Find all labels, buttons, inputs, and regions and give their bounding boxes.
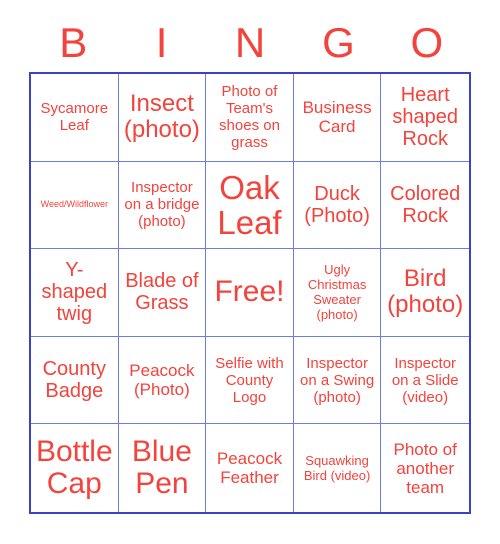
bingo-cell-free[interactable]: Free! — [206, 249, 294, 337]
header-letter-n: N — [234, 19, 266, 66]
bingo-cell-n2[interactable]: Oak Leaf — [206, 161, 294, 250]
bingo-cell-label: Selfie with County Logo — [215, 354, 284, 406]
bingo-cell-label: Bottle Cap — [35, 435, 113, 501]
bingo-cell-label: Colored Rock — [390, 182, 461, 227]
bingo-cell-label: Photo of Team's shoes on grass — [219, 83, 280, 152]
bingo-cell-i3[interactable]: Blade of Grass — [118, 249, 207, 337]
bingo-cell-label: Insect (photo) — [123, 90, 200, 144]
bingo-cell-b4[interactable]: County Badge — [31, 336, 119, 425]
bingo-card: B I N G O Sycamore Leaf Insect (photo) P… — [0, 0, 500, 544]
bingo-cell-g4[interactable]: Inspector on a Swing (photo) — [293, 336, 382, 425]
bingo-cell-label: Peacock Feather — [216, 449, 283, 488]
bingo-cell-label: Squawking Bird (video) — [303, 453, 371, 484]
header-letter-o: O — [410, 19, 444, 66]
bingo-cell-b2[interactable]: Weed/Wildflower — [31, 161, 119, 250]
bingo-cell-label: Sycamore Leaf — [40, 100, 109, 135]
header-letter-b: B — [59, 19, 88, 66]
bingo-cell-label: Blue Pen — [131, 435, 192, 501]
bingo-cell-label: Inspector on a Slide (video) — [391, 354, 459, 406]
bingo-cell-label: Oak Leaf — [217, 168, 282, 241]
bingo-cell-i4[interactable]: Peacock (Photo) — [118, 336, 207, 425]
bingo-cell-label: Y-shaped twig — [41, 259, 108, 326]
bingo-cell-g5[interactable]: Squawking Bird (video) — [293, 424, 382, 512]
header-letter-i: I — [155, 19, 168, 66]
bingo-cell-label: Duck (Photo) — [304, 182, 370, 227]
bingo-cell-i1[interactable]: Insect (photo) — [118, 74, 207, 162]
bingo-cell-label: Photo of another team — [393, 439, 457, 497]
bingo-cell-label: Ugly Christmas Sweater (photo) — [307, 262, 367, 323]
bingo-cell-label: Weed/Wildflower — [40, 199, 108, 210]
header-letter-g: G — [322, 19, 355, 66]
bingo-cell-b1[interactable]: Sycamore Leaf — [31, 74, 119, 162]
bingo-cell-o2[interactable]: Colored Rock — [381, 161, 469, 250]
bingo-header: B I N G O — [29, 16, 471, 70]
bingo-cell-o1[interactable]: Heart shaped Rock — [381, 74, 469, 162]
bingo-cell-i2[interactable]: Inspector on a bridge (photo) — [118, 161, 207, 250]
bingo-cell-n5[interactable]: Peacock Feather — [206, 424, 294, 512]
bingo-grid: Sycamore Leaf Insect (photo) Photo of Te… — [29, 72, 471, 514]
bingo-cell-o3[interactable]: Bird (photo) — [381, 249, 469, 337]
bingo-cell-label: Blade of Grass — [125, 270, 199, 315]
bingo-cell-label: Bird (photo) — [387, 265, 464, 319]
bingo-cell-g2[interactable]: Duck (Photo) — [293, 161, 382, 250]
bingo-cell-g3[interactable]: Ugly Christmas Sweater (photo) — [293, 249, 382, 337]
bingo-cell-o5[interactable]: Photo of another team — [381, 424, 469, 512]
bingo-cell-label: Heart shaped Rock — [392, 84, 458, 151]
bingo-cell-label: Peacock (Photo) — [129, 361, 195, 400]
bingo-cell-label: County Badge — [42, 358, 106, 403]
bingo-cell-o4[interactable]: Inspector on a Slide (video) — [381, 336, 469, 425]
free-space-label: Free! — [214, 275, 285, 309]
bingo-cell-i5[interactable]: Blue Pen — [118, 424, 207, 512]
bingo-cell-b3[interactable]: Y-shaped twig — [31, 249, 119, 337]
bingo-cell-label: Inspector on a Swing (photo) — [299, 354, 375, 406]
bingo-cell-g1[interactable]: Business Card — [293, 74, 382, 162]
bingo-cell-label: Business Card — [302, 98, 372, 137]
bingo-cell-label: Inspector on a bridge (photo) — [124, 179, 200, 231]
bingo-cell-n4[interactable]: Selfie with County Logo — [206, 336, 294, 425]
bingo-cell-n1[interactable]: Photo of Team's shoes on grass — [206, 74, 294, 162]
bingo-cell-b5[interactable]: Bottle Cap — [31, 424, 119, 512]
